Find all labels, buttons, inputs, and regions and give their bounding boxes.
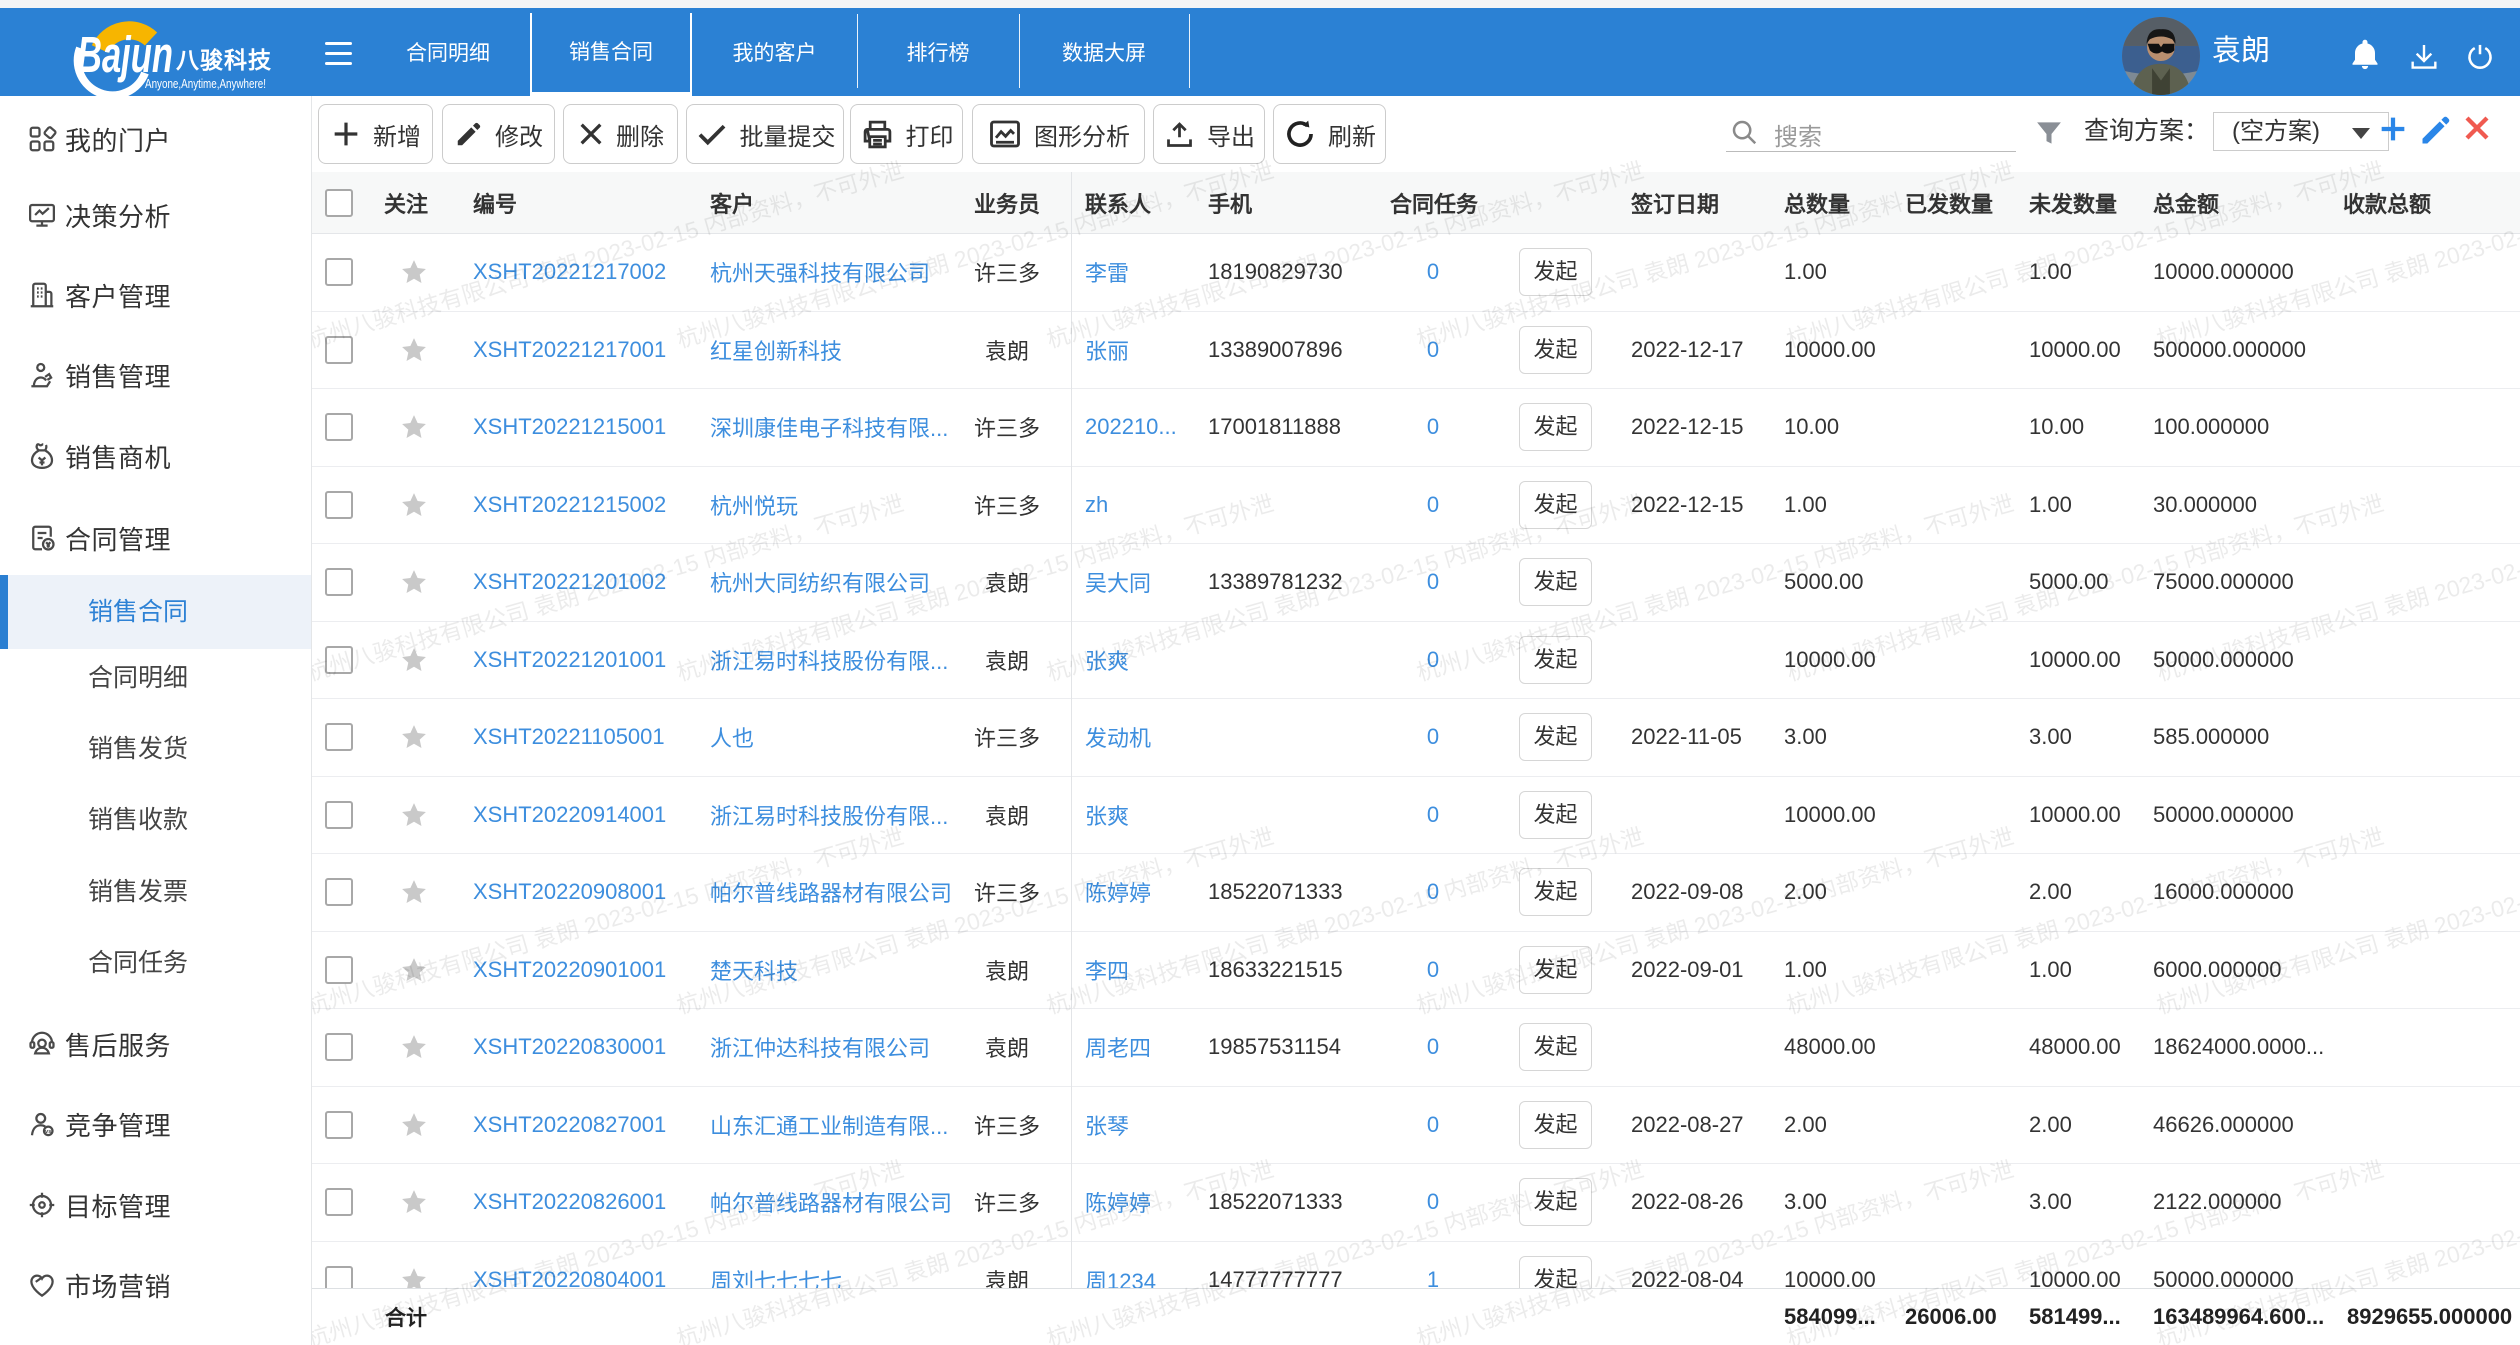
svg-text:Bajun: Bajun [77, 26, 173, 83]
svg-text:八骏科技: 八骏科技 [176, 47, 272, 73]
svg-text:Anyone,Anytime,Anywhere!: Anyone,Anytime,Anywhere! [145, 76, 266, 91]
svg-text:vs: vs [45, 1129, 51, 1135]
